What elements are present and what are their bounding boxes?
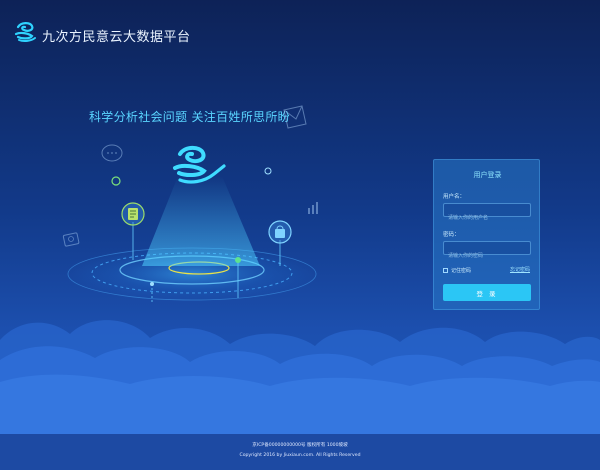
camera-icon: [62, 232, 80, 247]
login-panel: 用户登录 用户名： 密码： 记住密码 忘记密码 登 录: [433, 159, 540, 310]
shopping-bag-icon: [268, 220, 292, 244]
cloud-background: [0, 320, 600, 440]
password-input[interactable]: [444, 250, 530, 262]
remember-checkbox[interactable]: [443, 267, 448, 273]
hero-illustration: [62, 105, 320, 303]
remember-label: 记住密码: [451, 267, 472, 274]
username-label: 用户名：: [443, 194, 466, 200]
page-footer: 京ICP备00000000000号 版权所有 1000坡坡 Copyright …: [0, 434, 600, 470]
chat-bubble-icon: [101, 144, 123, 162]
password-field-wrapper: [443, 241, 531, 262]
login-button[interactable]: 登 录: [443, 284, 531, 301]
username-field-wrapper: [443, 203, 531, 224]
username-input[interactable]: [444, 212, 530, 224]
logo-icon: [14, 22, 36, 43]
document-icon: [121, 202, 145, 226]
password-label: 密码：: [443, 232, 460, 238]
brand-title: 九次方民意云大数据平台: [42, 30, 191, 45]
forgot-password-link[interactable]: 忘记密码: [510, 266, 530, 273]
chart-icon: [308, 202, 318, 214]
footer-copyright: Copyright 2016 by Jiuxiaun.com. All Righ…: [239, 453, 361, 458]
top-header: 九次方民意云大数据平台: [0, 0, 600, 64]
login-title: 用户登录: [473, 171, 502, 179]
remember-password[interactable]: 记住密码: [443, 266, 471, 274]
footer-icp: 京ICP备00000000000号 版权所有 1000坡坡: [252, 443, 348, 448]
mail-icon: [283, 105, 307, 129]
